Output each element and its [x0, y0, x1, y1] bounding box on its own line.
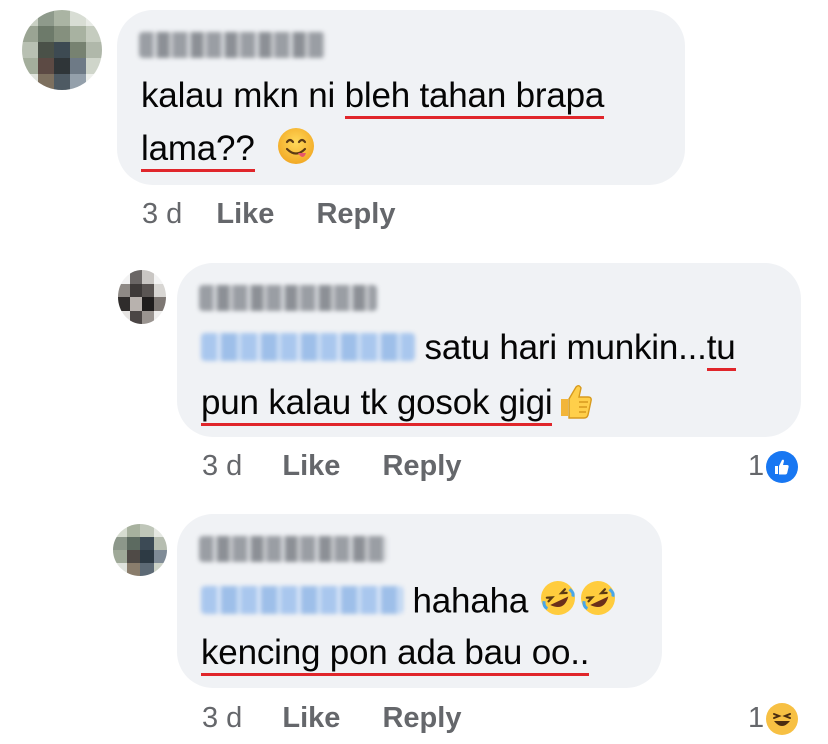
reply-button[interactable]: Reply: [382, 702, 461, 734]
avatar[interactable]: [22, 10, 102, 90]
like-button[interactable]: Like: [282, 450, 340, 482]
reply-button[interactable]: Reply: [316, 198, 395, 230]
underlined-text: tu: [706, 328, 736, 371]
avatar[interactable]: [113, 524, 167, 576]
comment-meta: 3 d Like Reply: [202, 450, 461, 483]
comment-text: pun kalau tk gosok gigi: [201, 379, 596, 431]
comment-text: kencing pon ada bau oo..: [201, 632, 590, 676]
underlined-text: lama??: [141, 129, 255, 173]
thumbs-up-icon: [554, 379, 596, 431]
comment-text-plain: hahaha: [403, 581, 529, 621]
comment-text: satu hari munkin...tu: [201, 327, 736, 371]
timestamp[interactable]: 3 d: [202, 702, 242, 734]
like-button[interactable]: Like: [282, 702, 340, 734]
reaction-count[interactable]: 1: [748, 702, 799, 735]
author-name[interactable]: [199, 285, 377, 311]
comment-bubble: hahaha kencing pon ada bau oo..: [177, 514, 662, 688]
author-name[interactable]: [199, 536, 387, 562]
comment-text: lama??: [141, 126, 316, 176]
comment-meta: 3 d Like Reply: [142, 198, 395, 231]
mention-link[interactable]: [201, 586, 403, 614]
avatar[interactable]: [118, 270, 166, 324]
reply-button[interactable]: Reply: [382, 450, 461, 482]
mention-link[interactable]: [201, 332, 415, 361]
rofl-face-icon: [578, 578, 618, 628]
comment-text: kalau mkn ni bleh tahan brapa: [141, 75, 604, 119]
comment-text-plain: satu hari munkin...: [415, 328, 707, 367]
comment-text-plain: kalau mkn ni: [141, 76, 345, 115]
underlined-text: kencing pon ada bau oo..: [201, 633, 590, 676]
like-reaction-icon: [766, 450, 799, 483]
comment-text: hahaha: [201, 578, 618, 628]
yum-face-icon: [276, 126, 316, 176]
comment-bubble: satu hari munkin...tu pun kalau tk gosok…: [177, 263, 801, 437]
reaction-count-number: 1: [748, 450, 765, 482]
like-button[interactable]: Like: [216, 198, 274, 230]
underlined-text: bleh tahan brapa: [344, 76, 604, 119]
timestamp[interactable]: 3 d: [202, 450, 242, 482]
rofl-face-icon: [538, 578, 578, 628]
author-name[interactable]: [139, 32, 325, 58]
reaction-count[interactable]: 1: [748, 450, 799, 483]
reaction-count-number: 1: [748, 702, 765, 734]
comment-bubble: kalau mkn ni bleh tahan brapa lama??: [117, 10, 685, 185]
timestamp[interactable]: 3 d: [142, 198, 182, 230]
haha-reaction-icon: [766, 702, 799, 735]
comment-meta: 3 d Like Reply: [202, 702, 461, 735]
underlined-text: pun kalau tk gosok gigi: [201, 383, 553, 427]
